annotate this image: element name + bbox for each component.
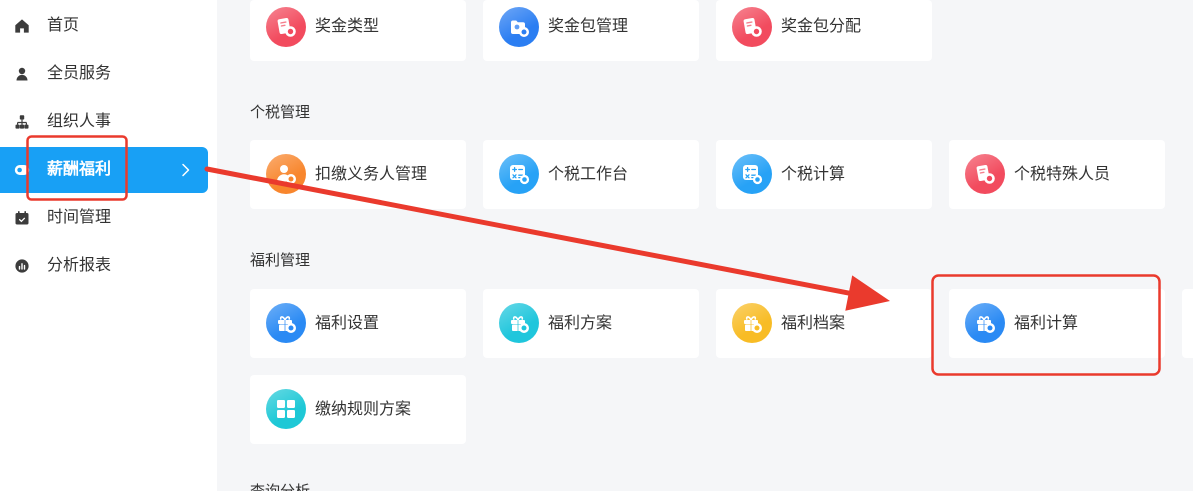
- tax-workbench-icon: [499, 154, 539, 194]
- card-label: 扣缴义务人管理: [315, 166, 428, 183]
- sidebar-item-label: 薪酬福利: [47, 161, 112, 178]
- sidebar-item-home[interactable]: 首页: [0, 3, 208, 49]
- card-label: 个税特殊人员: [1014, 166, 1111, 183]
- card-label: 福利档案: [781, 315, 846, 332]
- sidebar-item-label: 全员服务: [47, 65, 112, 82]
- card-withholding-agent[interactable]: 扣缴义务人管理: [250, 140, 466, 209]
- section-title-tax: 个税管理: [250, 104, 311, 121]
- card-label: 福利方案: [548, 315, 613, 332]
- payment-rule-plan-icon: [266, 389, 306, 429]
- card-label: 个税工作台: [548, 166, 629, 183]
- bonus-package-icon: [499, 7, 539, 47]
- sidebar-item-salary-welfare[interactable]: 薪酬福利: [0, 147, 208, 193]
- calendar-icon: [14, 210, 30, 226]
- card-label: 缴纳规则方案: [315, 401, 412, 418]
- section-title-welfare: 福利管理: [250, 252, 311, 269]
- card-label: 福利计算: [1014, 315, 1079, 332]
- main-content: 奖金类型 奖金包管理 奖金包分配 个税管理 扣缴义务人管理 个税工作台 个税计算…: [217, 0, 1193, 491]
- sidebar-item-label: 组织人事: [47, 113, 112, 130]
- bonus-allocation-icon: [732, 7, 772, 47]
- card-welfare-settings[interactable]: 福利设置: [250, 289, 466, 358]
- tax-calculation-icon: [732, 154, 772, 194]
- sidebar: 首页 全员服务 组织人事 薪酬福利 时间管理 分析报表: [0, 0, 217, 491]
- sidebar-item-label: 首页: [47, 17, 80, 34]
- withholding-agent-icon: [266, 154, 306, 194]
- card-tax-special-staff[interactable]: 个税特殊人员: [949, 140, 1165, 209]
- chart-icon: [14, 258, 30, 274]
- card-welfare-archive[interactable]: 福利档案: [716, 289, 932, 358]
- card-label: 奖金类型: [315, 18, 380, 35]
- sidebar-item-organization[interactable]: 组织人事: [0, 99, 208, 145]
- welfare-plan-icon: [499, 303, 539, 343]
- sidebar-item-time-management[interactable]: 时间管理: [0, 195, 208, 241]
- card-partial-offscreen[interactable]: [1182, 289, 1193, 358]
- sidebar-item-all-staff-service[interactable]: 全员服务: [0, 51, 208, 97]
- card-tax-calculation[interactable]: 个税计算: [716, 140, 932, 209]
- app-root: 首页 全员服务 组织人事 薪酬福利 时间管理 分析报表 奖金类型 奖金包管理 奖…: [0, 0, 1193, 491]
- welfare-archive-icon: [732, 303, 772, 343]
- card-bonus-type[interactable]: 奖金类型: [250, 0, 466, 61]
- card-label: 个税计算: [781, 166, 846, 183]
- card-tax-workbench[interactable]: 个税工作台: [483, 140, 699, 209]
- sidebar-item-label: 时间管理: [47, 209, 112, 226]
- card-payment-rule-plan[interactable]: 缴纳规则方案: [250, 375, 466, 444]
- card-bonus-package[interactable]: 奖金包管理: [483, 0, 699, 61]
- sidebar-item-label: 分析报表: [47, 257, 112, 274]
- card-bonus-allocation[interactable]: 奖金包分配: [716, 0, 932, 61]
- bonus-type-icon: [266, 7, 306, 47]
- home-icon: [14, 18, 30, 34]
- salary-icon: [14, 162, 30, 178]
- card-welfare-plan[interactable]: 福利方案: [483, 289, 699, 358]
- card-label: 奖金包分配: [781, 18, 862, 35]
- section-title-query: 查询分析: [250, 481, 310, 491]
- card-label: 奖金包管理: [548, 18, 629, 35]
- org-chart-icon: [14, 114, 30, 130]
- card-label: 福利设置: [315, 315, 380, 332]
- welfare-calculation-icon: [965, 303, 1005, 343]
- user-icon: [14, 66, 30, 82]
- card-welfare-calculation[interactable]: 福利计算: [949, 289, 1165, 358]
- sidebar-item-analysis-reports[interactable]: 分析报表: [0, 243, 208, 289]
- welfare-settings-icon: [266, 303, 306, 343]
- tax-special-staff-icon: [965, 154, 1005, 194]
- chevron-right-icon: [180, 162, 192, 178]
